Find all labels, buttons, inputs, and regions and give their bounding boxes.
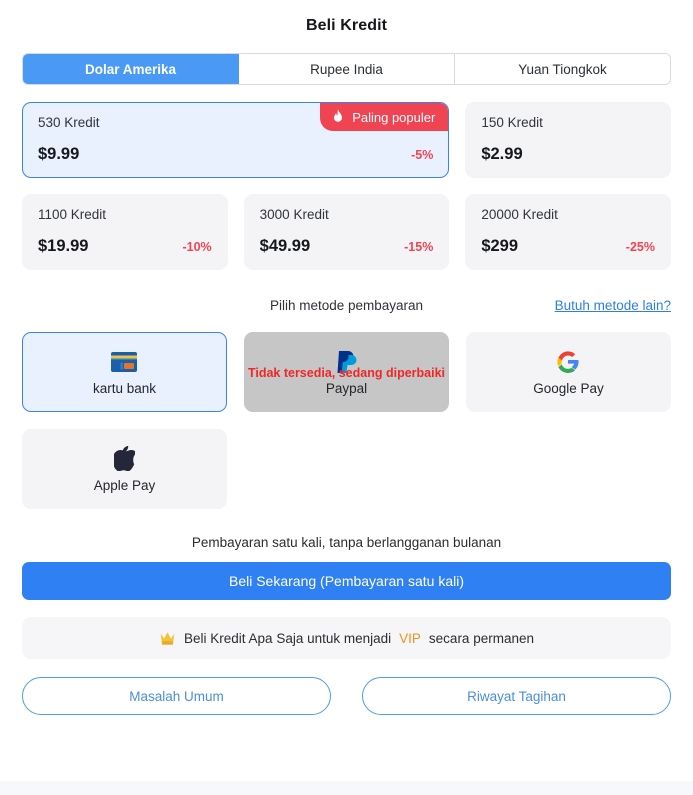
payment-method-apple-pay[interactable]: Apple Pay	[22, 429, 227, 509]
credit-package-card[interactable]: Paling populer 530 Kredit $9.99 -5%	[22, 102, 450, 178]
package-credits-amount: 1100 Kredit	[38, 207, 107, 222]
currency-tab-2[interactable]: Yuan Tiongkok	[455, 54, 670, 84]
currency-tab-0[interactable]: Dolar Amerika	[23, 54, 239, 84]
currency-tab-label: Rupee India	[310, 61, 383, 77]
apple-pay-icon	[113, 446, 135, 472]
payment-header: Pilih metode pembayaran Butuh metode lai…	[22, 298, 671, 318]
other-payment-methods-link[interactable]: Butuh metode lain?	[555, 298, 671, 313]
package-discount: -25%	[625, 239, 655, 254]
payment-method-grid: kartu bank Paypal Tidak tersedia, sedang d…	[22, 332, 671, 509]
currency-tab-1[interactable]: Rupee India	[239, 54, 455, 84]
package-price-row: $2.99	[481, 145, 655, 164]
package-price: $49.99	[259, 236, 311, 255]
page-title: Beli Kredit	[305, 17, 388, 34]
currency-tab-label: Yuan Tiongkok	[518, 61, 607, 77]
package-price-row: $19.99 -10%	[38, 237, 212, 256]
footer-button-0[interactable]: Masalah Umum	[22, 677, 331, 715]
package-discount: -5%	[411, 147, 434, 162]
credit-package-card[interactable]: 1100 Kredit $19.99 -10%	[22, 194, 228, 270]
payment-method-paypal: Paypal Tidak tersedia, sedang diperbaiki	[243, 332, 449, 412]
credit-package-card[interactable]: 3000 Kredit $49.99 -15%	[243, 194, 450, 270]
package-price: $19.99	[38, 236, 89, 255]
bottom-strip	[0, 781, 693, 795]
payment-method-google-pay[interactable]: Google Pay	[465, 332, 671, 412]
footer-button-1[interactable]: Riwayat Tagihan	[362, 677, 671, 715]
footer-button-row: Masalah Umum Riwayat Tagihan	[22, 677, 671, 715]
package-discount: -10%	[182, 239, 212, 254]
credit-package-card[interactable]: 150 Kredit $2.99	[465, 102, 671, 178]
buy-credits-page: Beli Kredit Dolar Amerika Rupee India Yuan…	[0, 0, 693, 795]
package-price-row: $299 -25%	[481, 237, 655, 256]
payment-method-label: Google Pay	[533, 380, 604, 396]
credit-card-icon	[111, 349, 138, 375]
vip-banner[interactable]: Beli Kredit Apa Saja untuk menjadi VIP s…	[22, 617, 671, 659]
package-credits-amount: 150 Kredit	[481, 115, 543, 130]
vip-banner-highlight: VIP	[399, 630, 421, 646]
credit-package-card[interactable]: 20000 Kredit $299 -25%	[465, 194, 671, 270]
currency-tab-label: Dolar Amerika	[84, 61, 177, 77]
buy-now-button[interactable]: Beli Sekarang (Pembayaran satu kali)	[22, 562, 671, 600]
payment-method-label: kartu bank	[92, 380, 157, 396]
footer-button-label: Masalah Umum	[129, 688, 224, 704]
payment-method-label: Apple Pay	[93, 477, 156, 493]
payment-method-label: Paypal	[325, 380, 368, 396]
package-price: $299	[481, 236, 519, 255]
package-price: $2.99	[481, 144, 523, 163]
paypal-icon	[334, 349, 358, 375]
flame-icon	[331, 109, 345, 125]
purchase-note: Pembayaran satu kali, tanpa berlangganan…	[191, 535, 502, 550]
footer-button-label: Riwayat Tagihan	[467, 688, 566, 704]
package-price-row: $9.99 -5%	[38, 145, 433, 164]
google-pay-icon	[556, 349, 580, 375]
crown-icon	[159, 631, 176, 646]
package-price-row: $49.99 -15%	[260, 237, 434, 256]
currency-tab-bar: Dolar Amerika Rupee India Yuan Tiongkok	[22, 53, 671, 85]
package-discount: -15%	[404, 239, 434, 254]
package-credits-amount: 3000 Kredit	[259, 207, 329, 222]
most-popular-badge-label: Paling populer	[352, 109, 436, 125]
most-popular-badge: Paling populer	[320, 103, 449, 131]
package-credits-amount: 20000 Kredit	[481, 207, 558, 222]
package-price: $9.99	[38, 144, 80, 163]
vip-banner-text-before: Beli Kredit Apa Saja untuk menjadi	[184, 630, 392, 646]
payment-method-kartu-bank[interactable]: kartu bank	[22, 332, 227, 412]
vip-banner-text-after: secara permanen	[428, 630, 534, 646]
credit-package-grid: Paling populer 530 Kredit $9.99 -5% 150 Kred…	[22, 102, 671, 270]
